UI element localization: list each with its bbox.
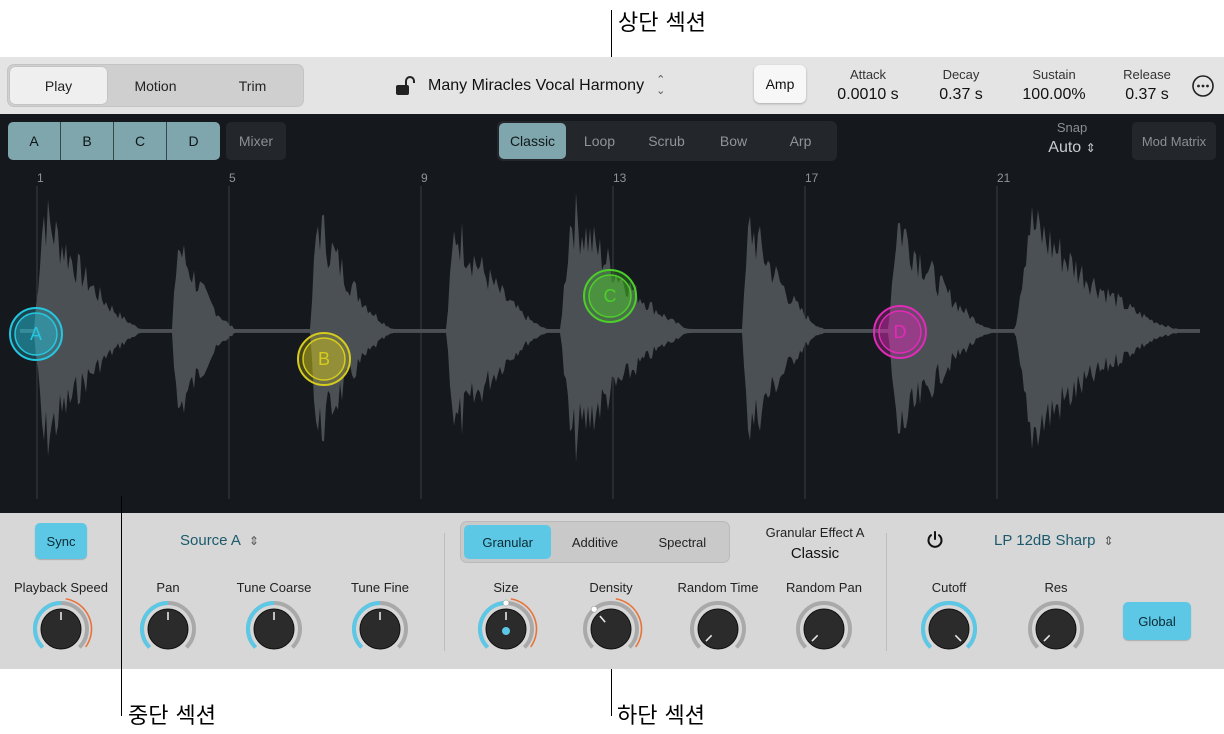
knob-label: Cutoff [931, 580, 967, 595]
density-knob[interactable] [579, 597, 643, 661]
waveform-shape [20, 192, 1200, 463]
pan-knob[interactable] [136, 597, 200, 661]
mod-matrix-button[interactable]: Mod Matrix [1132, 122, 1216, 160]
tune-coarse-knob[interactable] [242, 597, 306, 661]
mode-scrub-button[interactable]: Scrub [633, 123, 700, 159]
top-section: Play Motion Trim Many Miracles Vocal Har… [0, 57, 1224, 114]
play-mode-selector: Classic Loop Scrub Bow Arp [497, 121, 837, 161]
source-dropdown[interactable]: Source A ⇕ [180, 532, 259, 549]
engine-granular-button[interactable]: Granular [464, 525, 552, 559]
mode-loop-button[interactable]: Loop [566, 123, 633, 159]
chevron-up-down-icon: ⌃ ⌄ [656, 73, 666, 97]
divider [444, 533, 445, 651]
size-knob[interactable] [474, 597, 538, 661]
res-knob[interactable] [1024, 597, 1088, 661]
bottom-section: Sync Source A ⇕ Granular Additive Spectr… [0, 513, 1224, 669]
ruler-mark: 13 [613, 171, 627, 185]
view-mode-selector: Play Motion Trim [7, 64, 304, 107]
mode-play-button[interactable]: Play [10, 67, 107, 104]
chevron-up-down-icon: ⇕ [1085, 141, 1096, 155]
knob-label: Random Time [677, 580, 759, 595]
global-button[interactable]: Global [1123, 602, 1191, 640]
random-pan-knob[interactable] [792, 597, 856, 661]
ruler-mark: 9 [421, 171, 428, 185]
attack-param[interactable]: Attack 0.0010 s [828, 67, 908, 104]
tune-fine-knob[interactable] [348, 597, 412, 661]
knob-label: Random Pan [786, 580, 862, 595]
decay-param[interactable]: Decay 0.37 s [926, 67, 996, 104]
random-time-knob[interactable] [686, 597, 750, 661]
power-icon[interactable] [925, 530, 945, 550]
callout-top-line [611, 10, 612, 57]
engine-mode-selector: Granular Additive Spectral [460, 521, 730, 563]
marker-label: D [894, 322, 907, 342]
ruler-mark: 21 [997, 171, 1011, 185]
middle-section: ABCD A B C D Mixer Classic Loop Scrub Bo… [0, 114, 1224, 513]
knob-label: Res [1044, 580, 1068, 595]
playback-speed-knob[interactable] [29, 597, 93, 661]
preset-name[interactable]: Many Miracles Vocal Harmony [428, 77, 644, 95]
knob-label: Density [589, 580, 633, 595]
filter-type-dropdown[interactable]: LP 12dB Sharp ⇕ [994, 532, 1114, 549]
marker-b[interactable]: B [297, 332, 351, 386]
amp-button[interactable]: Amp [754, 65, 806, 103]
snap-value[interactable]: Auto [1048, 139, 1081, 156]
engine-additive-button[interactable]: Additive [551, 525, 638, 559]
marker-a[interactable]: A [9, 307, 63, 361]
engine-spectral-button[interactable]: Spectral [639, 525, 726, 559]
source-selector: A B C D [8, 122, 220, 160]
knob-label: Playback Speed [14, 580, 108, 595]
mode-classic-button[interactable]: Classic [499, 123, 566, 159]
more-options-icon[interactable] [1191, 74, 1215, 98]
marker-label: C [604, 286, 617, 306]
marker-d[interactable]: D [873, 305, 927, 359]
snap-control[interactable]: Snap Auto ⇕ [1040, 120, 1104, 157]
sync-button[interactable]: Sync [35, 523, 87, 559]
callout-middle-line [121, 496, 122, 716]
marker-label: A [30, 324, 42, 344]
callout-bottom-line [611, 668, 612, 716]
mode-bow-button[interactable]: Bow [700, 123, 767, 159]
granular-effect-selector[interactable]: Granular Effect A Classic [755, 525, 875, 562]
mixer-button[interactable]: Mixer [226, 122, 286, 160]
callout-bottom-section: 하단 섹션 [617, 704, 705, 729]
preset-selector[interactable]: Many Miracles Vocal Harmony ⌃ ⌄ [394, 57, 665, 114]
callout-top-section: 상단 섹션 [618, 11, 706, 36]
ruler-mark: 1 [37, 171, 44, 185]
knob-label: Size [493, 580, 519, 595]
mode-arp-button[interactable]: Arp [767, 123, 834, 159]
chevron-up-down-icon: ⇕ [248, 533, 259, 548]
ruler-mark: 5 [229, 171, 236, 185]
unlock-icon[interactable] [394, 75, 416, 97]
release-param[interactable]: Release 0.37 s [1113, 67, 1181, 104]
source-d-button[interactable]: D [167, 122, 220, 160]
source-b-button[interactable]: B [61, 122, 114, 160]
source-a-button[interactable]: A [8, 122, 61, 160]
mode-motion-button[interactable]: Motion [107, 67, 204, 104]
ruler-mark: 17 [805, 171, 819, 185]
marker-label: B [318, 349, 330, 369]
mode-trim-button[interactable]: Trim [204, 67, 301, 104]
knob-label: Tune Coarse [236, 580, 312, 595]
sustain-param[interactable]: Sustain 100.00% [1014, 67, 1094, 104]
waveform-display[interactable]: ABCD [0, 114, 1224, 513]
callout-middle-section: 중단 섹션 [128, 704, 216, 729]
knob-label: Tune Fine [350, 580, 410, 595]
divider [886, 533, 887, 651]
chevron-up-down-icon: ⇕ [1103, 533, 1114, 548]
cutoff-knob[interactable] [917, 597, 981, 661]
marker-c[interactable]: C [583, 269, 637, 323]
sample-alchemy-overview: 상단 섹션 중단 섹션 하단 섹션 Play Motion Trim Many … [0, 0, 1224, 734]
source-c-button[interactable]: C [114, 122, 167, 160]
knob-label: Pan [156, 580, 180, 595]
